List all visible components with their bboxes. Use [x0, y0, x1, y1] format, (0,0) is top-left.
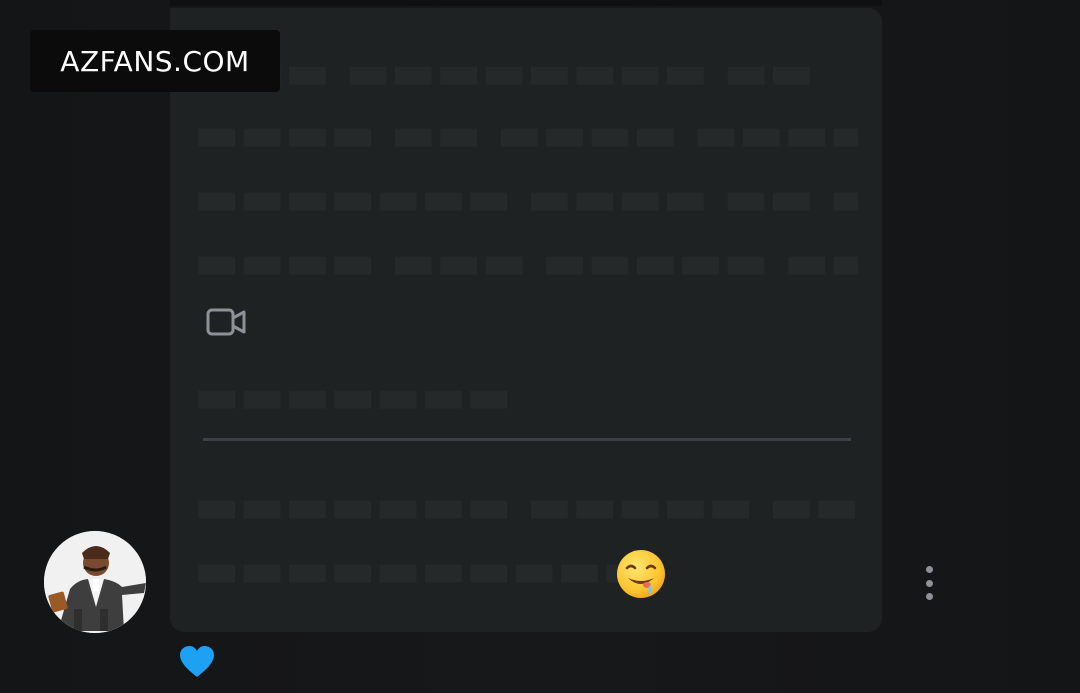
blurred-text-line: ▬▬▬▬▬▬▬ ▬▬▬▬ ▬▬ ▬▬▬▬▬▬ [194, 170, 858, 226]
avatar-illustration [44, 531, 146, 633]
more-dot [925, 593, 933, 600]
blurred-text-line: ▬▬▬▬ ▬▬ ▬▬▬▬ ▬▬▬▬▬▬ [194, 106, 858, 162]
screen: AZFANS.COM ▬▬▬ ▬▬▬▬▬▬▬▬ ▬▬ ▬▬▬▬ ▬▬ ▬▬▬▬ … [0, 0, 1080, 693]
divider [203, 438, 851, 441]
heart-icon[interactable] [178, 645, 216, 679]
more-dot [925, 579, 933, 587]
more-dot [925, 566, 933, 573]
blurred-text-line: ▬▬▬ ▬▬▬▬▬▬▬▬ ▬▬ [194, 44, 858, 100]
more-options-button[interactable] [918, 566, 940, 600]
previous-message-edge [170, 0, 882, 6]
blurred-text-line: ▬▬▬▬▬▬▬▬▬▬ [194, 542, 858, 598]
watermark: AZFANS.COM [30, 30, 280, 92]
message-card[interactable]: ▬▬▬ ▬▬▬▬▬▬▬▬ ▬▬ ▬▬▬▬ ▬▬ ▬▬▬▬ ▬▬▬▬▬▬ ▬▬▬▬… [170, 8, 882, 632]
watermark-text: AZFANS.COM [60, 44, 250, 78]
avatar[interactable] [44, 531, 146, 633]
blurred-text-line: ▬▬▬▬▬▬▬ [194, 368, 858, 424]
video-camera-icon[interactable] [206, 306, 248, 338]
blurred-text-line: ▬▬▬▬▬▬▬ ▬▬▬▬▬ ▬▬▬▬▬▬ [194, 478, 858, 534]
drooling-face-emoji [617, 550, 665, 598]
blurred-text-line: ▬▬▬▬ ▬▬▬ ▬▬▬▬▬ ▬▬▬ [194, 234, 858, 290]
